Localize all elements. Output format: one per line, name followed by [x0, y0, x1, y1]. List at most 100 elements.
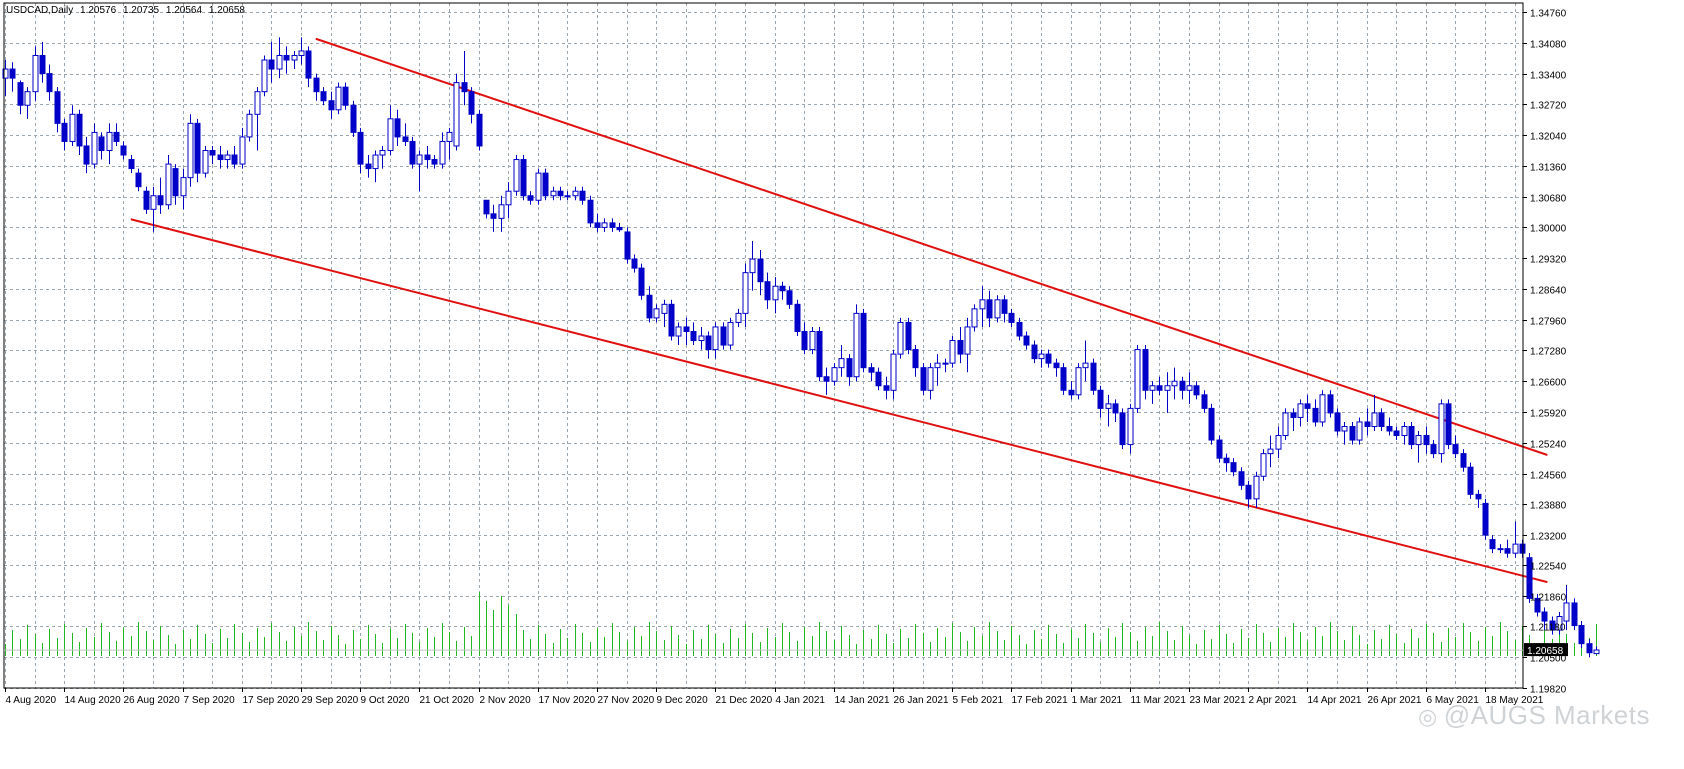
- candle: [794, 299, 801, 336]
- candle-body-down: [1467, 466, 1474, 495]
- candle-body-down: [61, 122, 68, 142]
- candle-body-down: [54, 91, 61, 124]
- candle-body-up: [387, 118, 394, 151]
- candle-body-down: [17, 82, 24, 106]
- candle-body-down: [609, 222, 616, 228]
- candle: [1216, 435, 1223, 463]
- candle-body-down: [1386, 425, 1393, 432]
- y-tick-label: 1.25240: [1530, 440, 1567, 451]
- x-tick-label: 2 Apr 2021: [1249, 695, 1298, 706]
- x-tick-label: 9 Oct 2020: [361, 695, 410, 706]
- candle: [1090, 358, 1097, 395]
- candle: [1075, 363, 1082, 400]
- candle-body-up: [772, 285, 779, 301]
- candle: [1260, 449, 1267, 481]
- high-value: 1.20735: [122, 5, 160, 16]
- candle-body-down: [757, 258, 764, 283]
- candle-body-down: [594, 222, 601, 228]
- candle-body-down: [1193, 385, 1200, 396]
- candle: [1119, 408, 1126, 450]
- candle-body-up: [735, 312, 742, 323]
- x-tick-label: 4 Jan 2021: [776, 695, 826, 706]
- candle-body-down: [1016, 321, 1023, 337]
- candle-body-down: [1304, 403, 1311, 409]
- candle-body-down: [1460, 453, 1467, 468]
- candle-body-up: [1038, 353, 1045, 360]
- candle-body-down: [231, 154, 238, 165]
- candle-body-down: [1201, 394, 1208, 409]
- candle: [1060, 363, 1067, 395]
- candle-body-down: [342, 86, 349, 106]
- candle-body-down: [483, 199, 490, 215]
- candle-body-up: [416, 154, 423, 165]
- candle-body-up: [809, 330, 816, 351]
- candle: [1445, 399, 1452, 450]
- candle-body-down: [1364, 421, 1371, 427]
- chart-area: 1.34760 1.34080 1.33400 1.32720 1.32040 1.313…: [0, 0, 1684, 764]
- candle-body-down: [1008, 312, 1015, 323]
- candle: [638, 263, 645, 300]
- candle-body-down: [1423, 435, 1430, 446]
- candle-body-up: [1149, 385, 1156, 391]
- current-price-label: 1.20658: [1527, 646, 1564, 657]
- candle-body-down: [113, 131, 120, 142]
- candle: [860, 308, 867, 373]
- candle-body-up: [897, 321, 904, 355]
- candle-body-down: [587, 199, 594, 224]
- x-tick-label: 14 Aug 2020: [65, 695, 122, 706]
- candle-body-up: [572, 190, 579, 197]
- candle-body-down: [1586, 643, 1593, 654]
- candle-body-down: [668, 303, 675, 337]
- candle-body-down: [1179, 380, 1186, 391]
- candle-body-down: [209, 149, 216, 156]
- candle: [809, 326, 816, 355]
- candle-body-up: [379, 149, 386, 156]
- x-tick-label: 17 Sep 2020: [243, 695, 300, 706]
- candle-body-down: [1578, 625, 1585, 645]
- y-tick-label: 1.22540: [1530, 562, 1567, 573]
- candle-body-down: [313, 77, 320, 93]
- candle-body-down: [490, 213, 497, 219]
- candle-body-down: [1060, 367, 1067, 391]
- candle-body-down: [1452, 444, 1459, 455]
- candle: [668, 299, 675, 341]
- candle-body-down: [1504, 548, 1511, 554]
- candle-body-up: [1593, 649, 1600, 655]
- candle-body-up: [853, 312, 860, 378]
- candle-body-up: [979, 299, 986, 310]
- candle-body-down: [690, 330, 697, 342]
- close-value: 1.20658: [208, 5, 245, 16]
- x-tick-label: 11 Mar 2021: [1131, 695, 1187, 706]
- candle-body-up: [335, 86, 342, 111]
- candle-body-up: [550, 190, 557, 197]
- candle-body-up: [1497, 548, 1504, 551]
- candle-body-down: [83, 145, 90, 165]
- y-tick-label: 1.25920: [1530, 409, 1567, 420]
- candle-body-down: [1112, 403, 1119, 414]
- candle-body-down: [905, 321, 912, 351]
- candle-body-down: [1290, 412, 1297, 418]
- candle-body-down: [39, 54, 46, 75]
- candle: [246, 109, 253, 142]
- candle-body-down: [868, 367, 875, 373]
- candle-body-down: [1312, 407, 1319, 423]
- y-tick-label: 1.30680: [1530, 194, 1567, 205]
- candle: [1578, 621, 1585, 649]
- weibo-icon: ◎: [1418, 704, 1438, 729]
- x-tick-label: 17 Feb 2021: [1012, 695, 1069, 706]
- candle-body-down: [194, 122, 201, 174]
- candle: [971, 304, 978, 332]
- candle-body-up: [1297, 403, 1304, 418]
- candle-body-down: [920, 367, 927, 391]
- chart-header: USDCAD,Daily 1.20576 1.20735 1.20564 1.2…: [6, 5, 249, 16]
- candle-body-up: [1512, 543, 1519, 554]
- y-tick-label: 1.21180: [1530, 623, 1566, 634]
- candle-body-up: [202, 149, 209, 174]
- candle: [1319, 390, 1326, 427]
- candle: [1334, 408, 1341, 436]
- candle-body-down: [157, 195, 164, 206]
- candle-body-down: [46, 73, 53, 93]
- y-tick-label: 1.28640: [1530, 286, 1567, 297]
- candle-body-down: [409, 140, 416, 165]
- candle: [727, 317, 734, 350]
